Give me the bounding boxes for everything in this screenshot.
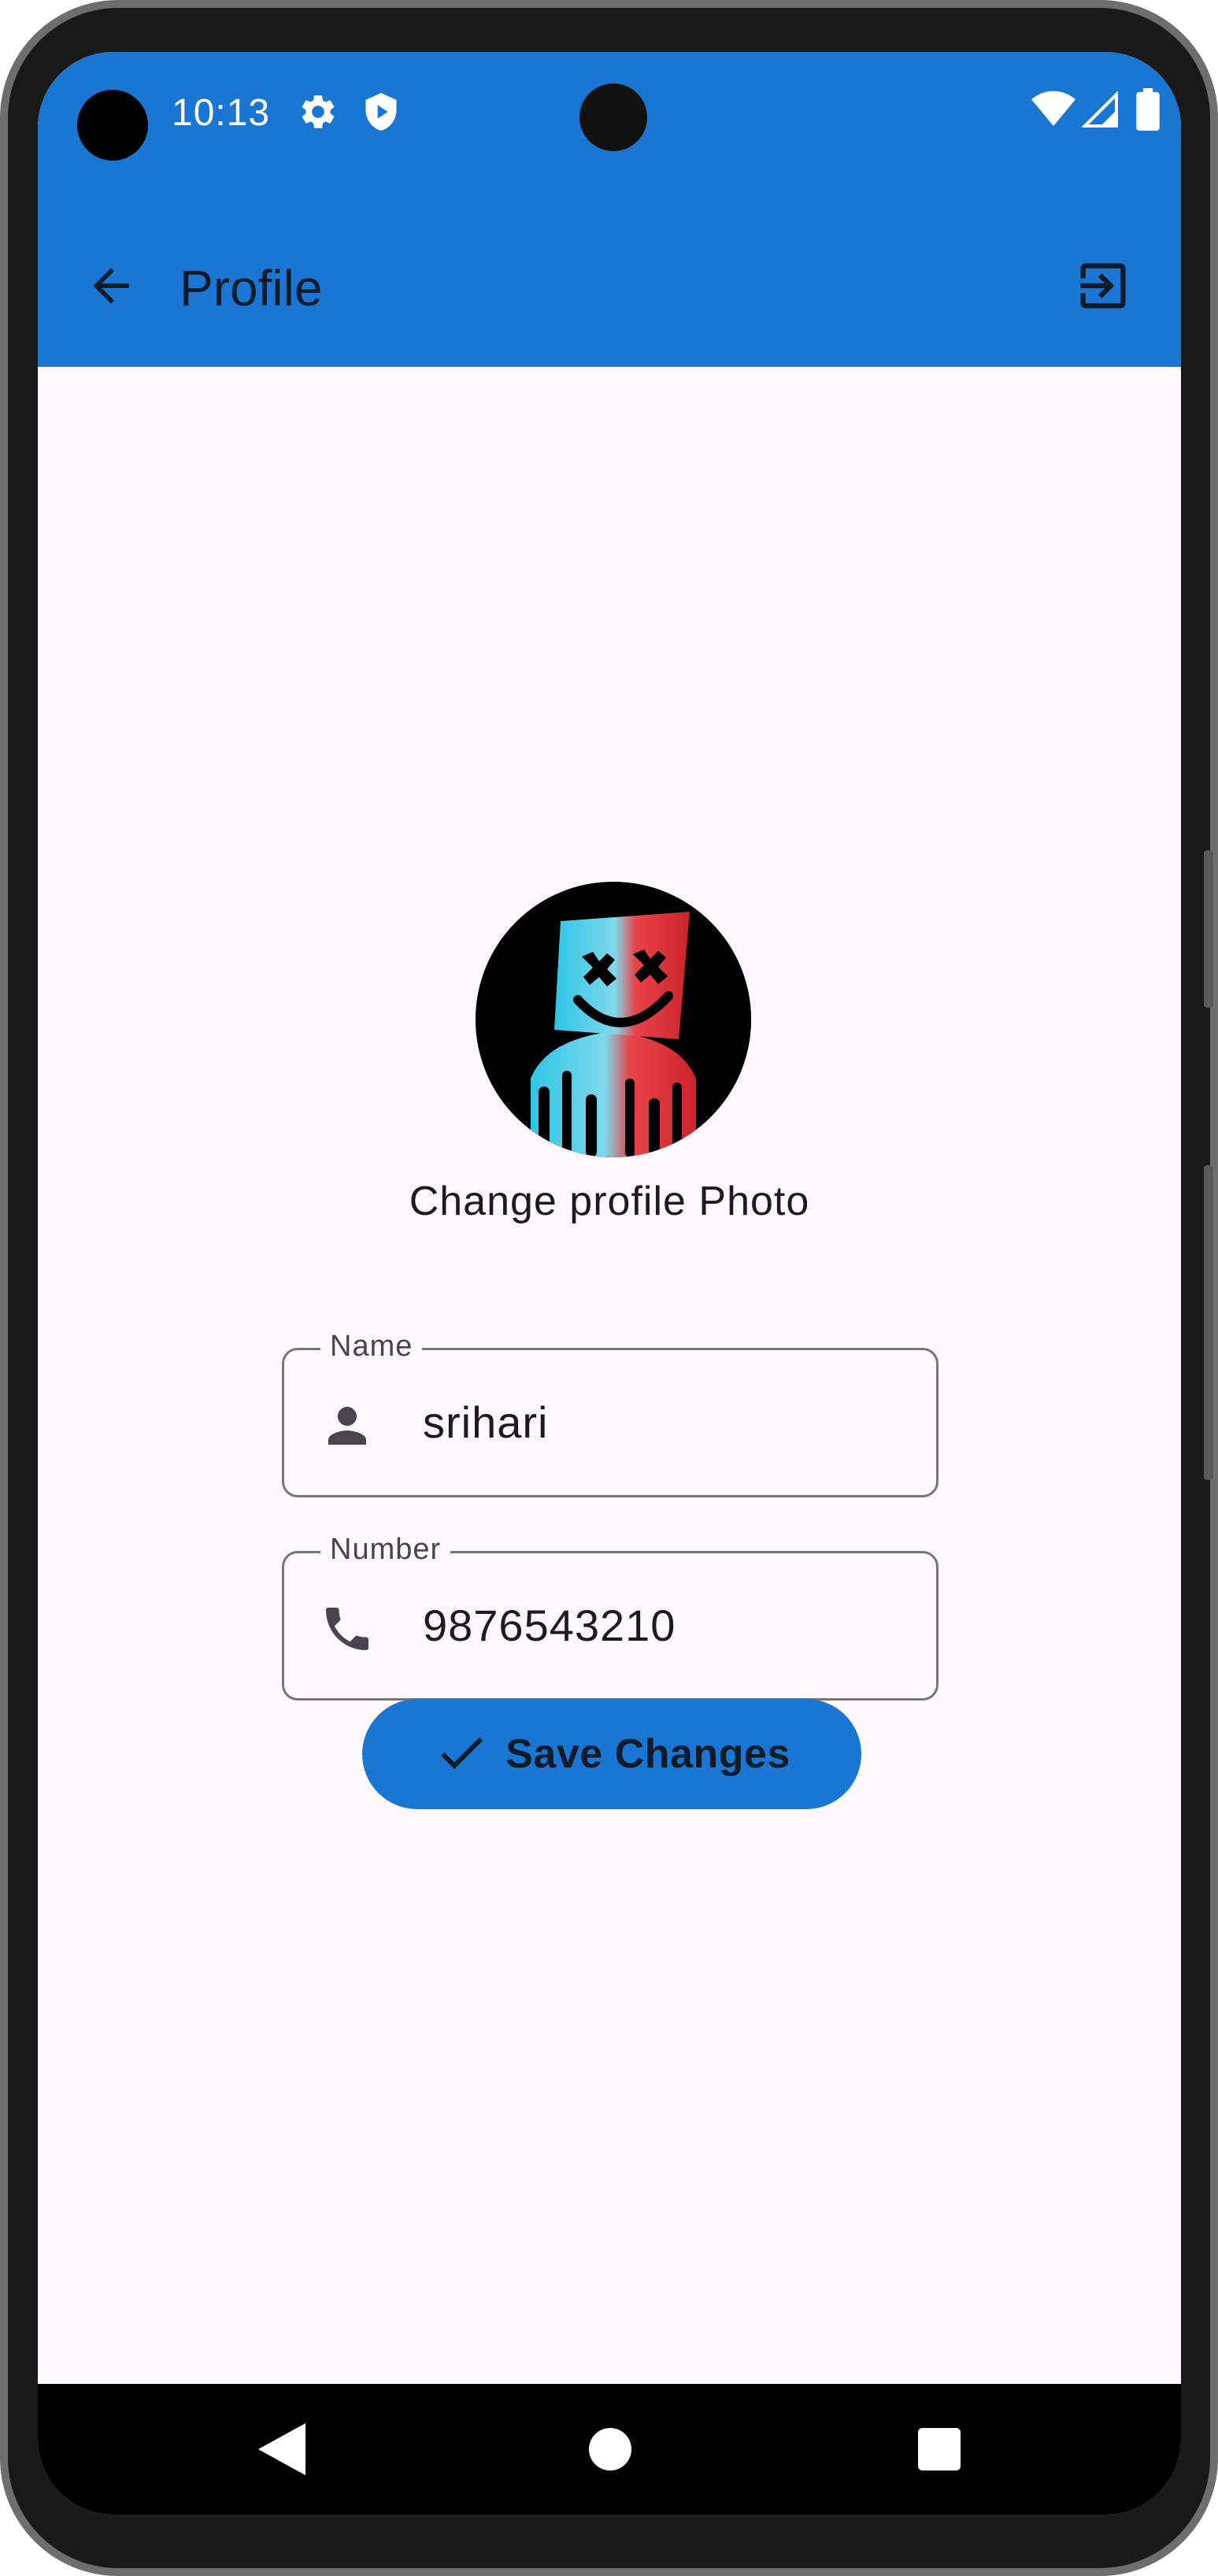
phone-icon <box>319 1601 376 1657</box>
name-field[interactable]: Name srihari <box>282 1330 938 1497</box>
number-field[interactable]: Number 9876543210 <box>282 1533 938 1701</box>
save-changes-label: Save Changes <box>505 1731 790 1777</box>
status-bar: 10:13 <box>38 52 1181 178</box>
battery-icon <box>1135 88 1161 135</box>
signal-icon <box>1081 91 1120 133</box>
front-camera-cutout <box>77 90 148 161</box>
save-changes-button[interactable]: Save Changes <box>362 1699 861 1809</box>
name-input[interactable]: srihari <box>423 1350 548 1495</box>
logout-button[interactable] <box>1060 244 1146 331</box>
person-icon <box>319 1397 376 1454</box>
recents-square-icon[interactable] <box>918 2428 961 2474</box>
exit-to-app-icon <box>1073 256 1133 320</box>
wifi-icon <box>1031 90 1075 133</box>
volume-button <box>1204 850 1213 1008</box>
screen: 10:13 Profile Change profile Photo Name … <box>38 52 1181 2515</box>
check-icon <box>433 1724 490 1785</box>
change-photo-link[interactable]: Change profile Photo <box>38 1178 1181 1225</box>
name-field-label: Name <box>320 1330 423 1364</box>
page-title: Profile <box>180 260 323 316</box>
system-nav-bar <box>38 2384 1181 2515</box>
phone-frame: 10:13 Profile Change profile Photo Name … <box>0 0 1218 2576</box>
punch-hole-camera <box>579 83 647 151</box>
shield-play-icon <box>361 90 402 138</box>
power-button <box>1204 1165 1213 1480</box>
app-bar: Profile <box>38 178 1181 367</box>
profile-avatar[interactable] <box>476 882 751 1157</box>
back-button[interactable] <box>68 244 154 331</box>
back-triangle-icon[interactable] <box>258 2423 305 2479</box>
home-circle-icon[interactable] <box>589 2428 631 2474</box>
arrow-back-icon <box>84 259 138 316</box>
profile-content: Change profile Photo Name srihari Number… <box>38 367 1181 2430</box>
number-input[interactable]: 9876543210 <box>423 1553 676 1698</box>
settings-icon <box>298 91 339 136</box>
status-time: 10:13 <box>172 92 271 134</box>
avatar-image <box>476 882 751 1157</box>
